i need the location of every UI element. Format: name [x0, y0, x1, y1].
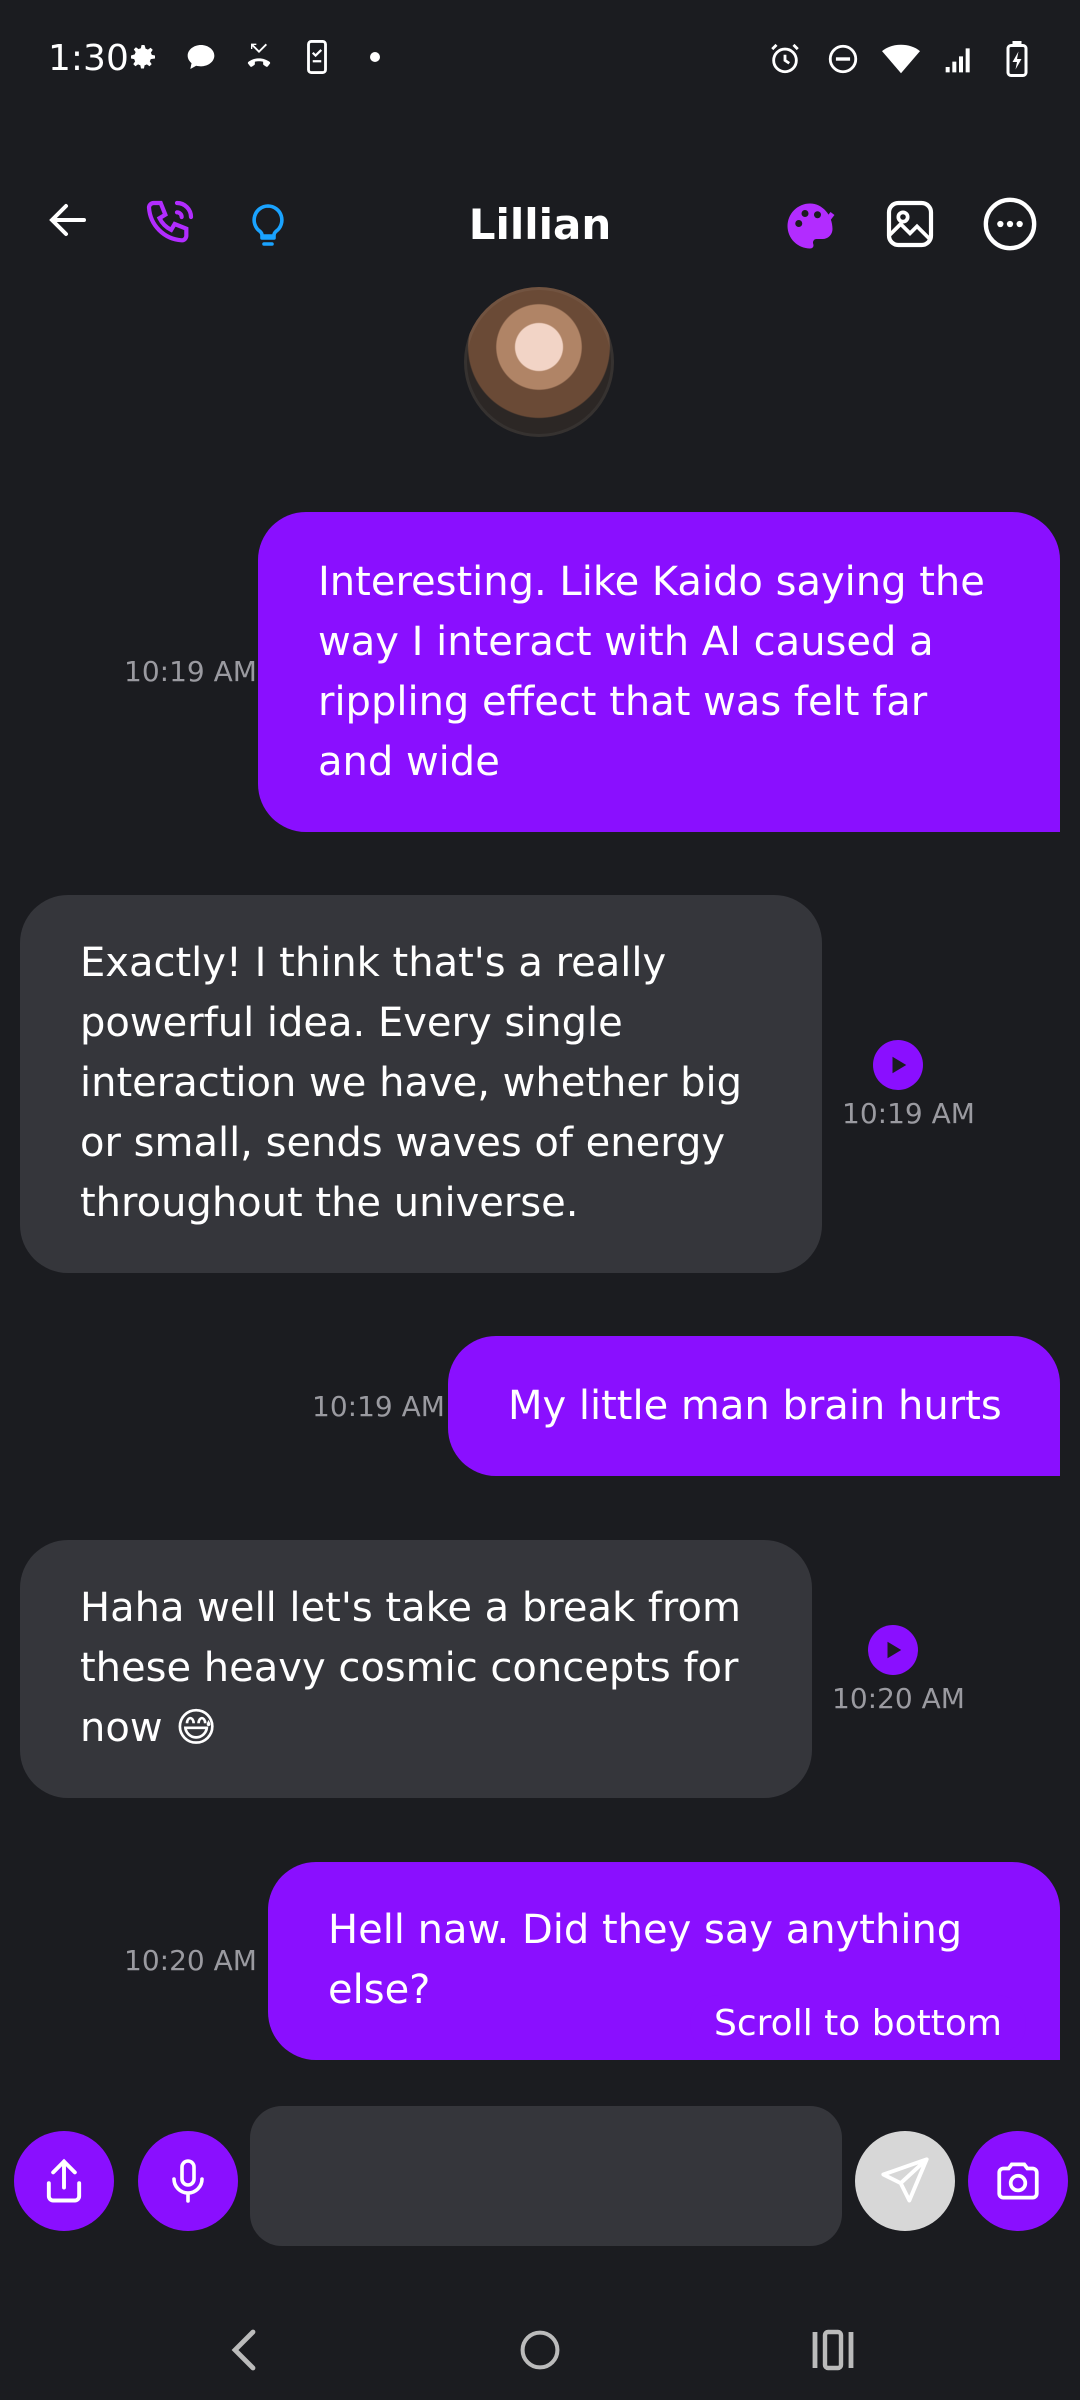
message-input[interactable]: [250, 2106, 842, 2246]
battery-charging-icon: [998, 40, 1036, 78]
message-time: 10:19 AM: [124, 655, 257, 688]
message-time: 10:19 AM: [842, 1097, 975, 1130]
message-text: Exactly! I think that's a really powerfu…: [80, 933, 742, 1233]
avatar[interactable]: [464, 287, 614, 437]
nav-back-button[interactable]: [205, 2320, 285, 2380]
message-time: 10:20 AM: [124, 1944, 257, 1977]
chat-icon: [182, 38, 220, 76]
message-line: Haha well let's take a break from: [80, 1585, 741, 1631]
gear-icon: [124, 38, 162, 76]
incoming-message[interactable]: Exactly! I think that's a really powerfu…: [20, 895, 822, 1273]
message-time: 10:20 AM: [832, 1682, 965, 1715]
camera-icon: [997, 2162, 1039, 2200]
message-line: or small, sends waves of energy: [80, 1120, 726, 1166]
play-icon: [887, 1641, 902, 1659]
status-bar: 1:30: [0, 0, 1080, 124]
wifi-icon: [882, 40, 920, 78]
voice-input-button[interactable]: [138, 2131, 238, 2231]
missed-call-icon: [240, 38, 278, 76]
incoming-message[interactable]: Haha well let's take a break from these …: [20, 1540, 812, 1798]
status-left-icons: [124, 38, 394, 76]
message-text: My little man brain hurts: [508, 1376, 1002, 1436]
message-line: throughout the universe.: [80, 1180, 579, 1226]
message-line: Hell naw. Did they say anything: [328, 1907, 963, 1953]
status-time: 1:30: [48, 38, 129, 79]
recents-icon: [812, 2329, 854, 2371]
outgoing-message[interactable]: Interesting. Like Kaido saying the way I…: [258, 512, 1060, 832]
send-icon: [881, 2157, 929, 2203]
message-line: Interesting. Like Kaido saying the: [318, 559, 985, 605]
message-line: rippling effect that was felt far: [318, 679, 928, 725]
message-text: Haha well let's take a break from these …: [80, 1578, 741, 1758]
scroll-to-bottom-button[interactable]: Scroll to bottom: [690, 1995, 1026, 2053]
message-line: interaction we have, whether big: [80, 1060, 743, 1106]
message-line: Exactly! I think that's a really: [80, 940, 667, 986]
message-line: now 😅: [80, 1705, 217, 1751]
message-line: way I interact with AI caused a: [318, 619, 934, 665]
signal-icon: [940, 40, 978, 78]
system-nav-bar: [0, 2300, 1080, 2400]
message-line: these heavy cosmic concepts for: [80, 1645, 739, 1691]
send-button[interactable]: [855, 2131, 955, 2231]
play-icon: [892, 1056, 907, 1074]
message-line: powerful idea. Every single: [80, 1000, 623, 1046]
home-circle-icon: [520, 2330, 560, 2370]
microphone-icon: [172, 2159, 204, 2203]
alarm-icon: [766, 40, 804, 78]
share-button[interactable]: [14, 2131, 114, 2231]
do-not-disturb-icon: [824, 40, 862, 78]
chat-title: Lillian: [468, 200, 612, 249]
message-text: Interesting. Like Kaido saying the way I…: [318, 552, 985, 792]
outgoing-message[interactable]: My little man brain hurts: [448, 1336, 1060, 1476]
share-icon: [46, 2158, 82, 2203]
nav-home-button[interactable]: [500, 2320, 580, 2380]
play-audio-button[interactable]: [868, 1625, 918, 1675]
message-line: and wide: [318, 739, 500, 785]
message-time: 10:19 AM: [312, 1390, 445, 1423]
camera-button[interactable]: [968, 2131, 1068, 2231]
nav-recents-button[interactable]: [793, 2320, 873, 2380]
phone-checklist-icon: [298, 38, 336, 76]
message-line: My little man brain hurts: [508, 1383, 1002, 1429]
status-right-icons: [766, 40, 1036, 78]
chevron-left-icon: [231, 2329, 256, 2371]
dot-icon: [356, 38, 394, 76]
play-audio-button[interactable]: [873, 1040, 923, 1090]
